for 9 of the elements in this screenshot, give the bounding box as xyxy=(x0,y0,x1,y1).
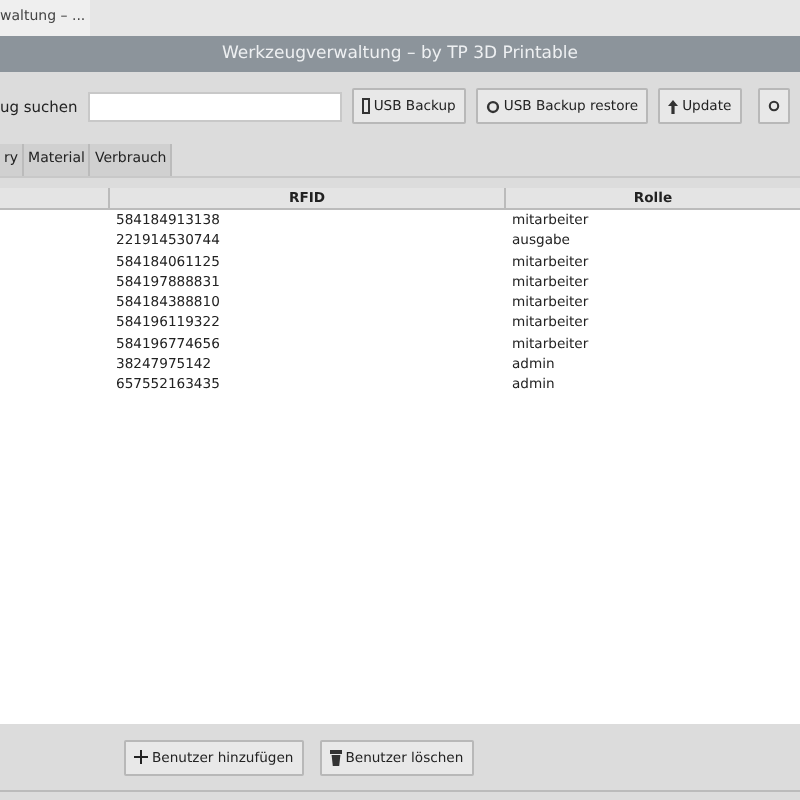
recycle-icon xyxy=(485,99,500,113)
plus-icon xyxy=(134,750,148,764)
battery-icon xyxy=(361,98,370,114)
settings-icon xyxy=(767,98,780,114)
up-arrow-icon xyxy=(668,99,679,113)
window-title: Werkzeugverwaltung – by TP 3D Printable xyxy=(0,36,800,72)
search-field[interactable] xyxy=(87,91,342,121)
settings-button[interactable] xyxy=(757,88,790,124)
trash-icon xyxy=(329,749,342,765)
